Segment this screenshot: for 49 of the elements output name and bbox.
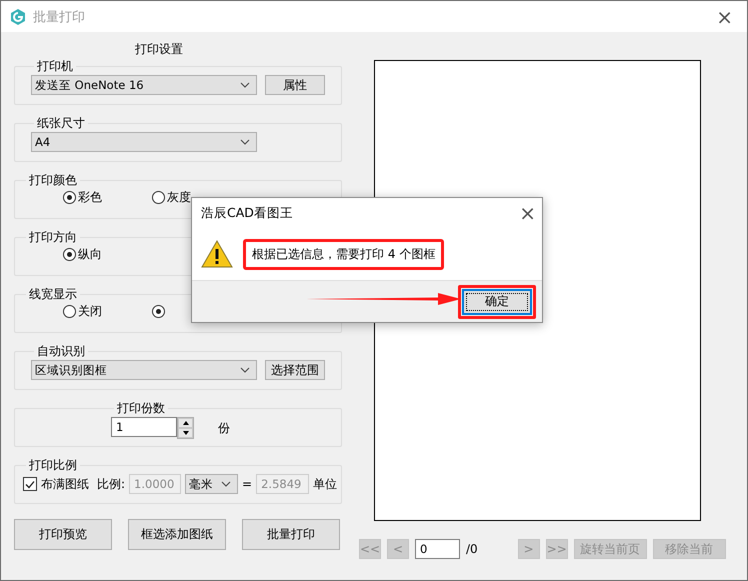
group-label: 自动识别 [36,343,86,360]
ok-button[interactable]: 确定 [462,288,532,314]
chevron-icon [240,82,250,88]
dropdown[interactable]: A4 [31,132,257,152]
chevron-icon [240,139,250,145]
page-total: /0 [466,542,478,556]
radio-button[interactable] [63,248,76,261]
radio-label: 纵向 [78,246,102,263]
group-label: 打印机 [36,58,74,75]
radio-button[interactable] [63,191,76,204]
window-title: 批量打印 [33,8,86,26]
action-button[interactable]: 框选添加图纸 [128,519,226,550]
group-label: 打印份数 [116,400,166,417]
group-label: 线宽显示 [28,286,78,303]
group-label: 打印方向 [28,229,78,246]
checkbox[interactable] [23,477,37,491]
units-label: 单位 [313,476,338,492]
dropdown-side-button[interactable]: 选择范围 [265,360,325,380]
dropdown[interactable]: 区域识别图框 [31,360,257,380]
radio-button[interactable] [152,191,165,204]
chevron-icon [221,481,232,487]
radio-label: 彩色 [78,189,102,206]
radio-button[interactable] [152,305,165,318]
dialog-close-button[interactable]: × [513,203,542,223]
dropdown[interactable]: 发送至 OneNote 16 [31,75,257,95]
app-logo-icon [9,8,27,26]
group-label: 纸张尺寸 [36,115,86,132]
group-label: 打印比例 [28,457,78,474]
warning-icon [201,240,233,268]
chevron-icon [240,367,250,373]
section-heading: 打印设置 [134,41,184,58]
dialog-title: 浩辰CAD看图王 [201,204,293,222]
unit-label: 份 [218,420,230,436]
unit-dropdown[interactable]: 毫米 [185,474,238,494]
spinner-icon[interactable] [177,417,194,439]
dialog-message: 根据已选信息，需要打印 4 个图框 [252,246,436,260]
action-button[interactable]: 打印预览 [14,519,112,550]
copies-field[interactable]: 1 [111,417,177,437]
close-button[interactable]: × [710,6,739,26]
checkbox-label: 布满图纸 [41,476,89,492]
radio-label: 关闭 [78,303,102,320]
equals-sign: = [242,477,252,491]
action-button[interactable]: 批量打印 [242,519,340,550]
radio-label: 灰度 [167,189,191,206]
group-label: 打印颜色 [28,172,78,189]
dropdown-side-button[interactable]: 属性 [265,75,325,95]
ratio-label: 比例: [97,476,126,492]
radio-button[interactable] [63,305,76,318]
page-field[interactable]: 0 [415,539,460,559]
